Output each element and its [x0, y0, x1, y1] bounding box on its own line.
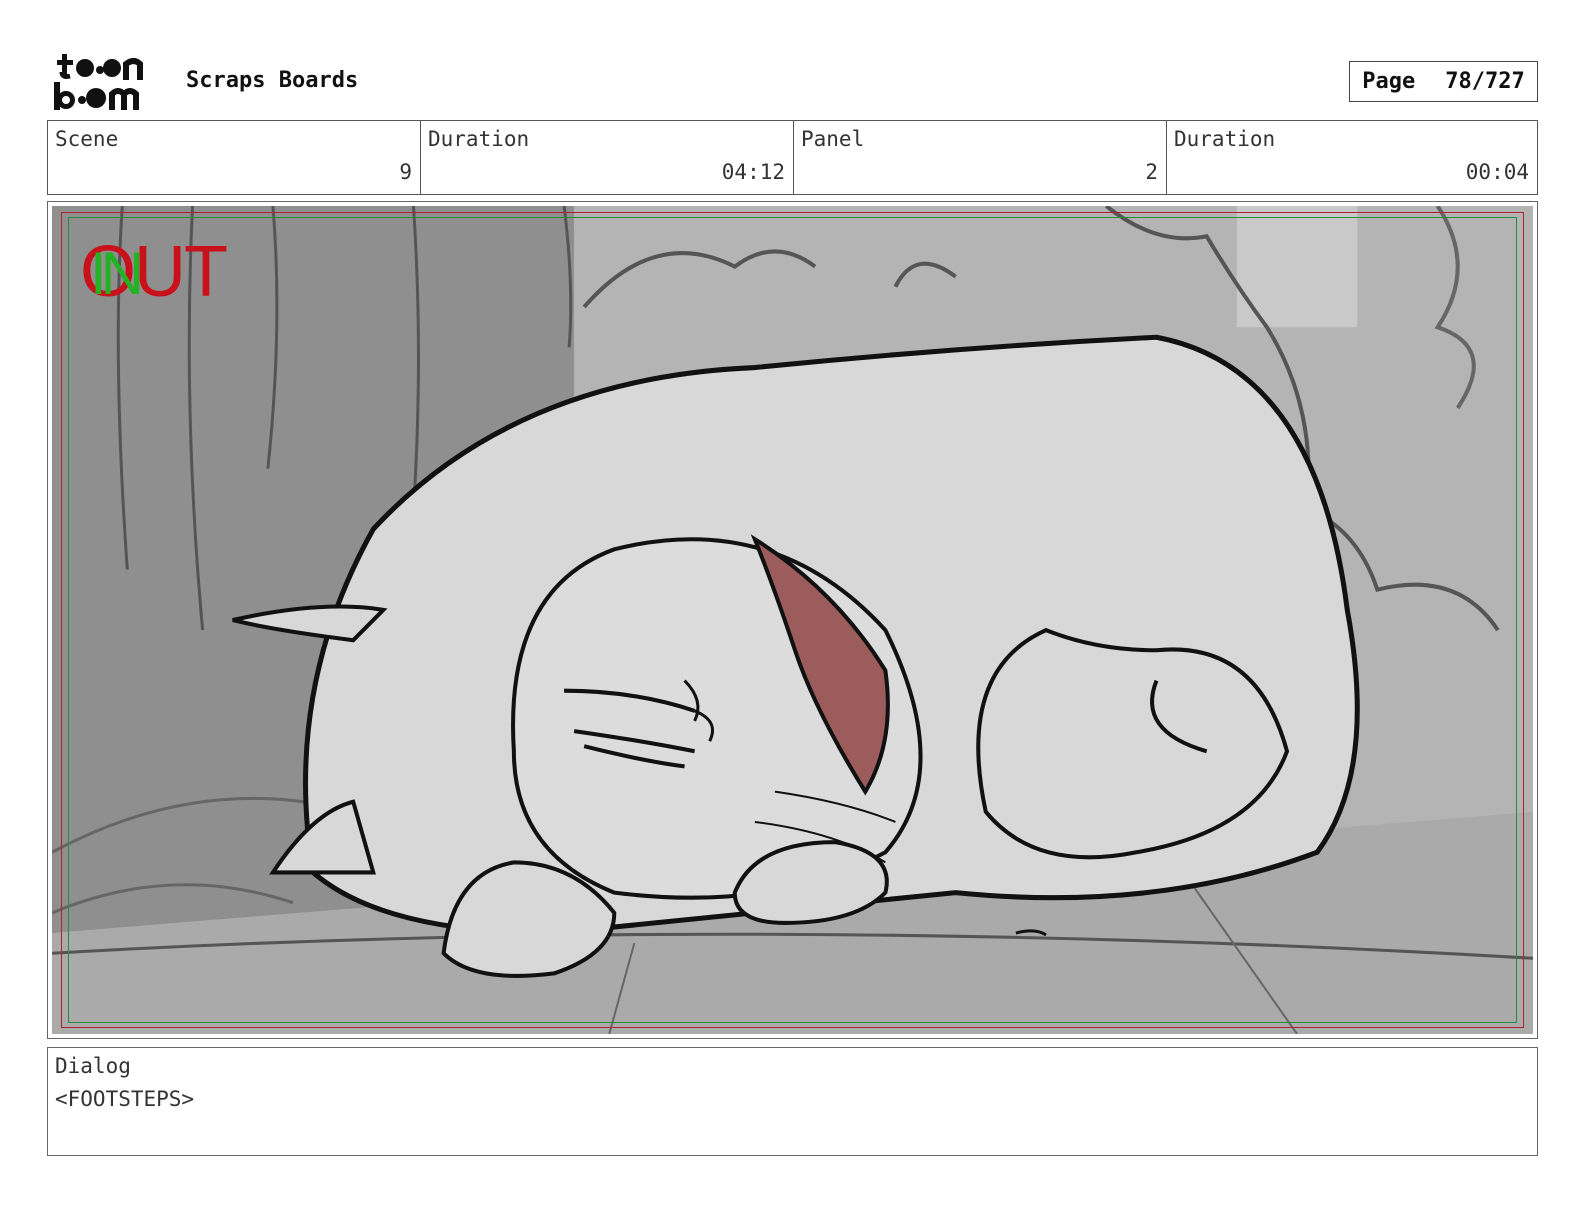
- dialog-box: Dialog <FOOTSTEPS>: [47, 1047, 1538, 1156]
- page-label: Page: [1362, 69, 1416, 94]
- scene-duration-cell: Duration 04:12: [421, 121, 794, 194]
- scene-value: 9: [399, 160, 412, 184]
- panel-value: 2: [1145, 160, 1158, 184]
- panel-label: Panel: [801, 127, 865, 151]
- scene-duration-value: 04:12: [721, 160, 785, 184]
- scene-cell: Scene 9: [48, 121, 421, 194]
- in-marker-text: IN: [90, 240, 144, 307]
- dialog-label: Dialog: [55, 1054, 131, 1078]
- panel-duration-label: Duration: [1174, 127, 1276, 151]
- panel-drawing: OUT IN: [52, 206, 1533, 1034]
- toonboom-logo-mark: [54, 54, 143, 110]
- page-indicator: Page 78/727: [1349, 61, 1538, 102]
- page-number: 78/727: [1445, 69, 1525, 94]
- scene-duration-label: Duration: [428, 127, 530, 151]
- panel-duration-cell: Duration 00:04: [1167, 121, 1537, 194]
- project-title: Scraps Boards: [186, 68, 359, 93]
- panel-cell: Panel 2: [794, 121, 1167, 194]
- scene-label: Scene: [55, 127, 119, 151]
- sketch-illustration: [52, 206, 1533, 1034]
- storyboard-panel: OUT IN: [47, 201, 1538, 1039]
- dialog-text: <FOOTSTEPS>: [55, 1087, 195, 1111]
- panel-info-row: Scene 9 Duration 04:12 Panel 2 Duration …: [47, 120, 1538, 195]
- toonboom-logo: toonboom: [52, 52, 164, 112]
- panel-duration-value: 00:04: [1465, 160, 1529, 184]
